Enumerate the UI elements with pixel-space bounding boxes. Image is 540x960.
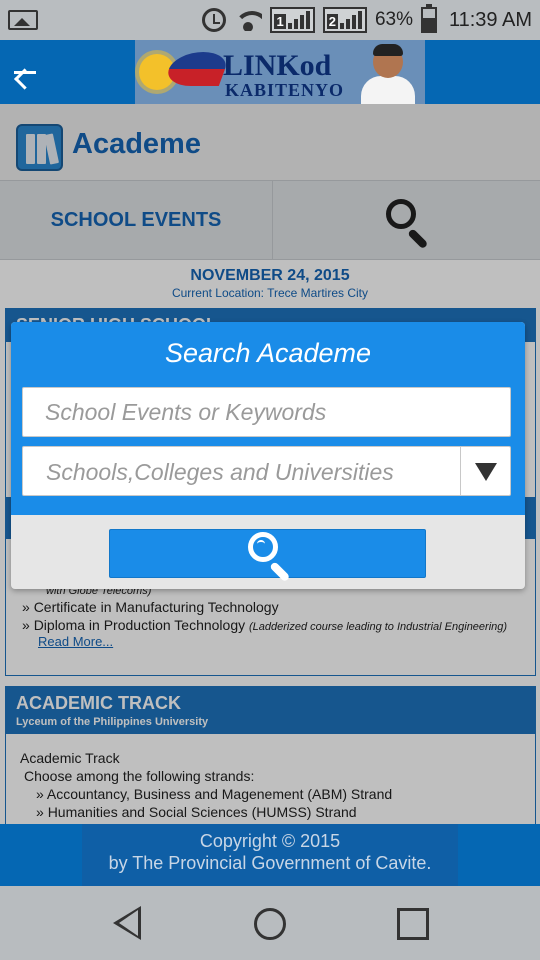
wifi-icon <box>234 9 263 31</box>
nav-home-icon[interactable] <box>254 908 286 940</box>
app-header: LINKod KABITENYO <box>0 40 540 104</box>
footer: Copyright © 2015 by The Provincial Gover… <box>0 824 540 886</box>
flag-swoosh-icon <box>162 52 232 86</box>
search-dialog-header: Search Academe Schools,Colleges and Univ… <box>11 322 525 515</box>
logo-title: LINKod <box>223 49 332 82</box>
back-arrow-icon[interactable] <box>10 58 40 86</box>
search-icon <box>248 532 294 583</box>
logo-subtitle: KABITENYO <box>225 80 345 100</box>
clock: 11:39 AM <box>448 8 532 31</box>
school-type-select-value: Schools,Colleges and Universities <box>46 459 394 485</box>
linkod-kabitenyo-logo: LINKod KABITENYO <box>135 40 425 104</box>
system-nav-bar <box>0 886 540 960</box>
sim2-signal-icon: 2 <box>322 7 367 33</box>
status-icons: 1 2 63% 11:39 AM <box>202 4 532 34</box>
copyright-owner: by The Provincial Government of Cavite. <box>108 853 432 873</box>
keyword-search-input[interactable] <box>22 387 511 437</box>
nav-back-icon[interactable] <box>113 906 143 940</box>
alarm-icon <box>202 8 227 32</box>
copyright-line: Copyright © 2015 <box>199 831 341 851</box>
battery-icon <box>420 4 437 33</box>
dropdown-arrow-icon[interactable] <box>460 447 510 495</box>
search-button[interactable] <box>109 529 426 583</box>
school-type-select[interactable]: Schools,Colleges and Universities <box>22 446 511 496</box>
governor-photo <box>357 44 419 104</box>
status-bar: 1 2 63% 11:39 AM <box>0 0 540 40</box>
image-notification-icon <box>8 10 38 30</box>
sim2-label: 2 <box>326 14 338 29</box>
sim1-signal-icon: 1 <box>270 7 315 33</box>
search-dialog-title: Search Academe <box>164 338 372 368</box>
sim1-label: 1 <box>274 14 286 29</box>
search-dialog: Search Academe Schools,Colleges and Univ… <box>11 322 525 589</box>
battery-percent: 63% <box>374 9 413 30</box>
nav-recents-icon[interactable] <box>397 908 429 940</box>
